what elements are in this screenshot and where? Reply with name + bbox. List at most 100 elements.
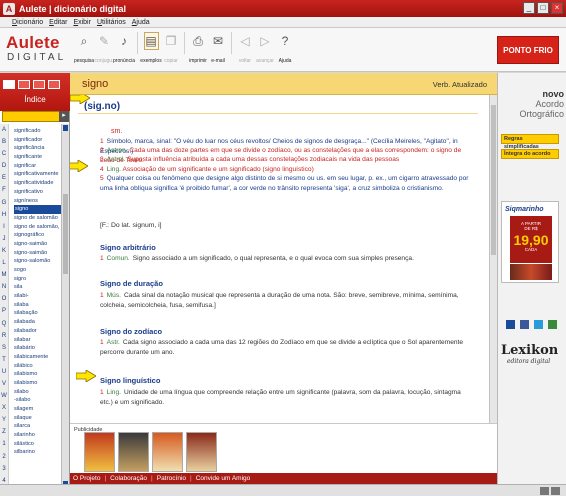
menu-editar[interactable]: Editar <box>49 19 67 26</box>
history-tab-icon[interactable] <box>18 80 30 89</box>
share-icon[interactable] <box>506 320 515 329</box>
index-go-button[interactable]: ▸ <box>59 111 69 122</box>
index-word[interactable]: -silabo <box>14 396 62 405</box>
menu-exibir[interactable]: Exibir <box>73 19 91 26</box>
conjugu-button[interactable]: ✎ conjugu. <box>94 32 114 64</box>
index-word[interactable]: silarinho <box>14 431 62 440</box>
scroll-up-icon[interactable] <box>63 125 68 131</box>
content-scrollbar[interactable] <box>489 95 497 423</box>
index-word[interactable]: silabada <box>14 318 62 327</box>
ad-image-4[interactable] <box>186 432 217 472</box>
subentry-title-4[interactable]: Signo linguístico <box>100 376 160 385</box>
index-word[interactable]: silabário <box>14 344 62 353</box>
avançar-button[interactable]: ▷ avançar <box>255 32 275 64</box>
index-word[interactable]: silabi- <box>14 292 62 301</box>
index-word[interactable]: silabo <box>14 388 62 397</box>
index-word[interactable]: silabismo <box>14 370 62 379</box>
index-word[interactable]: signo-salomão <box>14 257 62 266</box>
index-search-input[interactable] <box>2 111 66 122</box>
index-word[interactable]: significativamente <box>14 170 62 179</box>
footer-link-colaboracao[interactable]: Colaboração <box>110 475 147 482</box>
index-word[interactable]: significativo <box>14 188 62 197</box>
index-word[interactable]: silarca <box>14 422 62 431</box>
alphabet-letter[interactable]: H <box>0 209 8 221</box>
pontofrio-ad[interactable]: PONTO FRIO <box>497 36 559 64</box>
favorites-tab-icon[interactable] <box>33 80 45 89</box>
pronúncia-button[interactable]: ♪ pronúncia <box>113 32 135 64</box>
alphabet-letter[interactable]: T <box>0 354 8 366</box>
alphabet-letter[interactable]: C <box>0 148 8 160</box>
alphabet-letter[interactable]: X <box>0 402 8 414</box>
menu-ajuda[interactable]: Ajuda <box>132 19 150 26</box>
alphabet-letter[interactable]: G <box>0 197 8 209</box>
index-word[interactable]: significar <box>14 162 62 171</box>
index-word[interactable]: significância <box>14 144 62 153</box>
alphabet-letter[interactable]: M <box>0 269 8 281</box>
exemplos-button[interactable]: ▤ exemplos <box>140 32 162 64</box>
subentry-title-1[interactable]: Signo arbitrário <box>100 243 156 252</box>
alphabet-letter[interactable]: R <box>0 330 8 342</box>
footer-link-patrocinio[interactable]: Patrocínio <box>157 475 186 482</box>
alphabet-letter[interactable]: A <box>0 124 8 136</box>
alphabet-letter[interactable]: P <box>0 305 8 317</box>
index-word[interactable]: significatividade <box>14 179 62 188</box>
index-word[interactable]: silástico <box>14 440 62 449</box>
alphabet-letter[interactable]: Q <box>0 318 8 330</box>
alphabet-letter[interactable]: 1 <box>0 438 8 450</box>
menu-utilitarios[interactable]: Utilitários <box>97 19 126 26</box>
alphabet-letter[interactable]: F <box>0 184 8 196</box>
alphabet-letter[interactable]: B <box>0 136 8 148</box>
index-word[interactable]: signográfico <box>14 231 62 240</box>
alphabet-letter[interactable]: K <box>0 245 8 257</box>
index-word[interactable]: silabicamente <box>14 353 62 362</box>
index-word[interactable]: sigro <box>14 275 62 284</box>
alphabet-letter[interactable]: Z <box>0 426 8 438</box>
index-word[interactable]: signíneos <box>14 197 62 206</box>
imprimir-button[interactable]: ⎙ imprimir <box>188 32 208 65</box>
alphabet-letter[interactable]: 2 <box>0 451 8 463</box>
index-word[interactable]: silabar <box>14 336 62 345</box>
index-word[interactable]: significante <box>14 153 62 162</box>
alphabet-letter[interactable]: O <box>0 293 8 305</box>
index-word[interactable]: signo-saimão <box>14 240 62 249</box>
maximize-icon[interactable]: □ <box>537 2 549 14</box>
index-tab-icon[interactable] <box>3 80 15 89</box>
alphabet-letter[interactable]: V <box>0 378 8 390</box>
index-word[interactable]: signo de salomão, sig <box>14 223 62 232</box>
footer-link-projeto[interactable]: O Projeto <box>73 475 100 482</box>
index-word[interactable]: silbarino <box>14 448 62 457</box>
alphabet-letter[interactable]: E <box>0 172 8 184</box>
ajuda-button[interactable]: ? Ajuda <box>275 32 295 64</box>
close-icon[interactable]: × <box>551 2 563 14</box>
index-scroll-thumb[interactable] <box>63 194 68 274</box>
index-scrollbar[interactable] <box>61 124 69 490</box>
ad-image-2[interactable] <box>118 432 149 472</box>
twitter-icon[interactable] <box>534 320 543 329</box>
index-word[interactable]: silaque <box>14 414 62 423</box>
alphabet-letter[interactable]: 3 <box>0 463 8 475</box>
index-word[interactable]: signo-saimão <box>14 249 62 258</box>
alphabet-letter[interactable]: D <box>0 160 8 172</box>
lexikon-logo[interactable]: Lexikon editora digital <box>501 343 561 365</box>
copiar-button[interactable]: ❐ copiar <box>161 32 181 64</box>
regras-simplificadas-button[interactable]: Regras simplificadas <box>501 134 559 150</box>
subentry-title-2[interactable]: Signo de duração <box>100 279 163 288</box>
index-word[interactable]: sogo <box>14 266 62 275</box>
alphabet-letter[interactable]: W <box>0 390 8 402</box>
index-word[interactable]: silabação <box>14 309 62 318</box>
integra-acordo-button[interactable]: Íntegra do acordo <box>501 149 559 159</box>
orkut-icon[interactable] <box>548 320 557 329</box>
pesquisa-button[interactable]: ⌕ pesquisa <box>74 32 94 65</box>
alphabet-letter[interactable]: I <box>0 221 8 233</box>
index-word[interactable]: sila <box>14 283 62 292</box>
index-word[interactable]: signo de salomão <box>14 214 62 223</box>
alphabet-letter[interactable]: N <box>0 281 8 293</box>
footer-link-convide[interactable]: Convide um Amigo <box>196 475 251 482</box>
siqmarinho-ad[interactable]: Siqmarinho A PARTIR DE R$ 19,90 CADA <box>501 201 559 283</box>
index-word[interactable]: silabador <box>14 327 62 336</box>
facebook-icon[interactable] <box>520 320 529 329</box>
alphabet-letter[interactable]: U <box>0 366 8 378</box>
e-mail-button[interactable]: ✉ e-mail <box>208 32 228 64</box>
index-word[interactable]: significador <box>14 136 62 145</box>
alphabet-letter[interactable]: J <box>0 233 8 245</box>
